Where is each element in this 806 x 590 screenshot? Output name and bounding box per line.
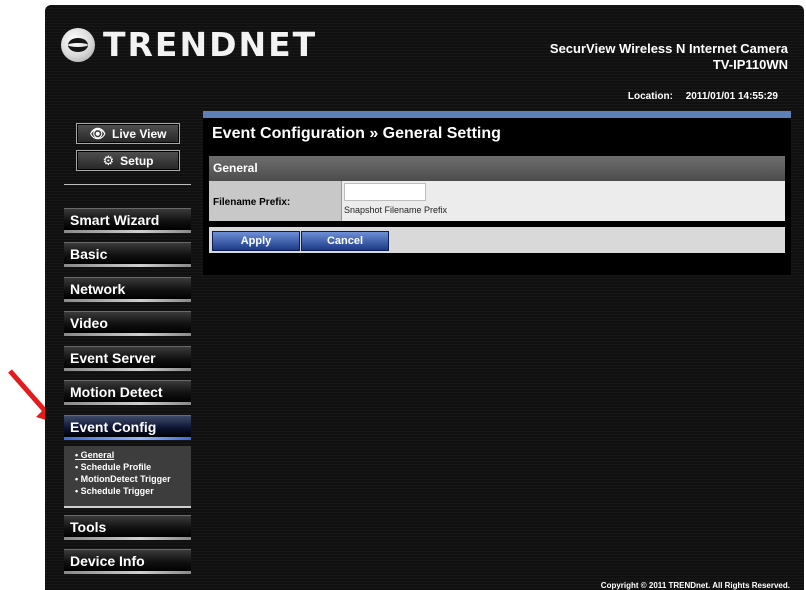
submenu-general[interactable]: • General [75, 449, 191, 461]
nav-device-info[interactable]: Device Info [64, 549, 191, 574]
submenu-schedule-trigger-label: Schedule Trigger [80, 486, 154, 496]
filename-prefix-hint: Snapshot Filename Prefix [344, 205, 448, 215]
submenu-divider [64, 506, 191, 508]
bullet: • [75, 450, 79, 460]
filename-prefix-label: Filename Prefix: [209, 181, 342, 221]
nav-motion-detect[interactable]: Motion Detect [64, 380, 191, 405]
live-view-label: Live View [112, 126, 167, 141]
setup-label: Setup [120, 153, 154, 168]
setup-button[interactable]: ⚙ Setup [76, 150, 180, 171]
bullet: • [75, 462, 79, 472]
nav-video[interactable]: Video [64, 311, 191, 336]
submenu-motiondetect-trigger[interactable]: • MotionDetect Trigger [75, 473, 191, 485]
submenu-schedule-trigger[interactable]: • Schedule Trigger [75, 485, 191, 497]
nav-event-config[interactable]: Event Config [64, 415, 191, 440]
copyright-text: Copyright © 2011 TRENDnet. All Rights Re… [600, 581, 790, 590]
nav-smart-wizard[interactable]: Smart Wizard [64, 208, 191, 233]
filename-prefix-cell: Snapshot Filename Prefix [342, 181, 785, 221]
filename-prefix-row: Filename Prefix: Snapshot Filename Prefi… [209, 181, 785, 221]
bullet: • [75, 486, 79, 496]
nav-network[interactable]: Network [64, 277, 191, 302]
location-readout: Location: 2011/01/01 14:55:29 [628, 91, 778, 102]
section-header: General [209, 156, 785, 181]
brand-logo: TRENDNET [61, 25, 317, 64]
submenu-schedule-profile[interactable]: • Schedule Profile [75, 461, 191, 473]
page-title: Event Configuration » General Setting [212, 125, 501, 142]
logo-text: TRENDNET [103, 25, 318, 64]
app-frame: TRENDNET SecurView Wireless N Internet C… [45, 5, 804, 590]
action-bar: Apply Cancel [209, 227, 785, 253]
eye-icon: 👁 [89, 125, 107, 141]
filename-prefix-input[interactable] [344, 183, 426, 201]
apply-button[interactable]: Apply [212, 231, 300, 251]
cancel-button[interactable]: Cancel [301, 231, 389, 251]
bullet: • [75, 474, 79, 484]
live-view-button[interactable]: 👁 Live View [76, 123, 180, 144]
event-config-submenu: • General • Schedule Profile • MotionDet… [64, 446, 191, 506]
submenu-motiondetect-trigger-label: MotionDetect Trigger [80, 474, 171, 484]
submenu-general-label: General [80, 450, 115, 460]
sidebar-divider [64, 184, 191, 185]
location-label: Location: [627, 91, 673, 102]
nav-basic[interactable]: Basic [64, 242, 191, 267]
submenu-schedule-profile-label: Schedule Profile [80, 462, 152, 472]
product-name: SecurView Wireless N Internet Camera [549, 41, 788, 56]
content-panel: Event Configuration » General Setting Ge… [203, 111, 791, 275]
logo-mark-icon [61, 27, 95, 62]
nav-event-server[interactable]: Event Server [64, 346, 191, 371]
product-model: TV-IP110WN [712, 57, 788, 72]
location-value: 2011/01/01 14:55:29 [685, 91, 778, 102]
nav-tools[interactable]: Tools [64, 515, 191, 540]
product-title: SecurView Wireless N Internet Camera TV-… [550, 41, 788, 73]
gears-icon: ⚙ [102, 152, 115, 168]
